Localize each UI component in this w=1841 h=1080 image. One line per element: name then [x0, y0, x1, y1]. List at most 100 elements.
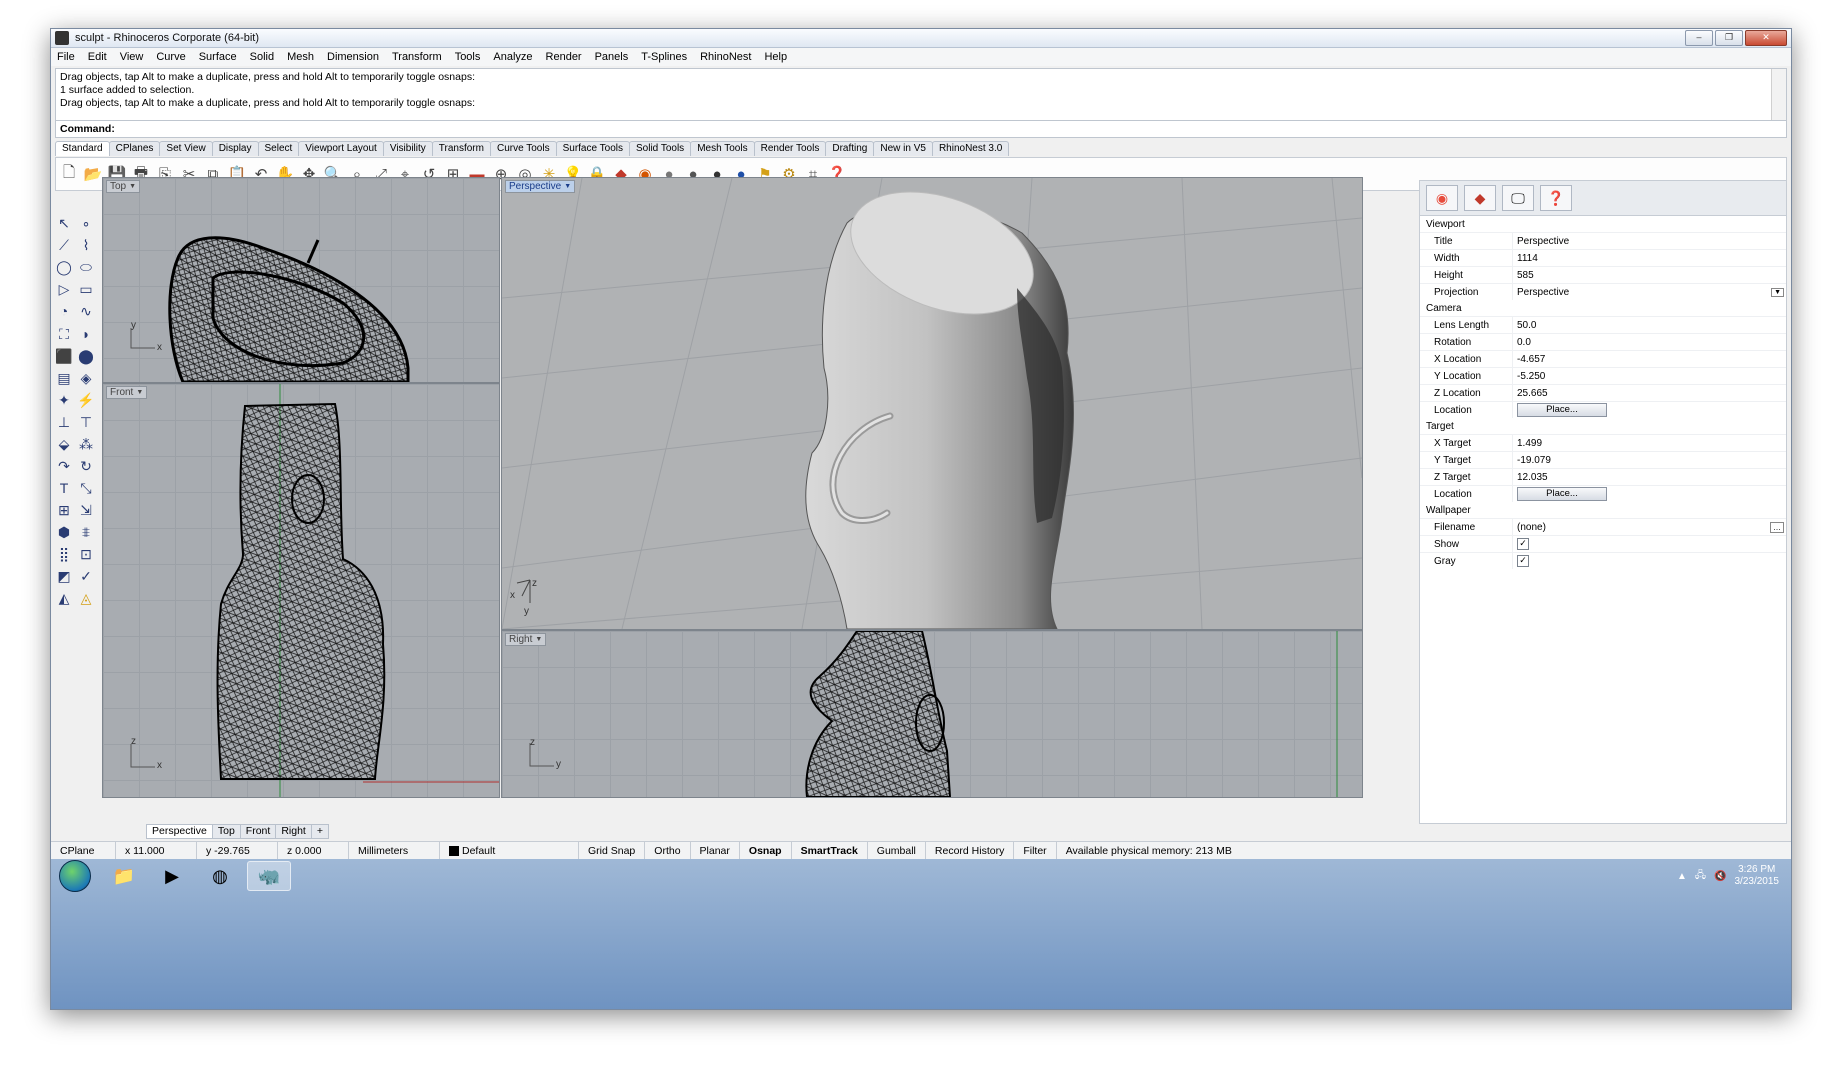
browse-button[interactable]: …	[1770, 521, 1784, 533]
projection-select[interactable]: Perspective ▼	[1512, 284, 1786, 300]
tab-cplanes[interactable]: CPlanes	[108, 141, 161, 156]
menu-tsplines[interactable]: T-Splines	[641, 51, 687, 63]
fillet-icon[interactable]: ⬙	[54, 433, 74, 455]
toggle-ortho[interactable]: Ortho	[645, 842, 691, 859]
media-player-icon[interactable]: ▶	[151, 862, 193, 890]
show-checkbox[interactable]: ✓	[1517, 538, 1529, 550]
vp-tab-right[interactable]: Right	[275, 824, 312, 839]
viewport-title-front[interactable]: Front ▼	[106, 386, 148, 399]
rotate-icon[interactable]: ↻	[76, 455, 96, 477]
prop-yloc-value[interactable]: -5.250	[1512, 368, 1786, 384]
prop-xloc-value[interactable]: -4.657	[1512, 351, 1786, 367]
extrude-icon[interactable]: ▤	[54, 367, 74, 389]
tab-surface-tools[interactable]: Surface Tools	[555, 141, 630, 156]
tab-select[interactable]: Select	[257, 141, 300, 156]
minimize-button[interactable]: –	[1685, 30, 1713, 46]
cluster-icon[interactable]: ⁂	[76, 433, 96, 455]
prop-xtarget-value[interactable]: 1.499	[1512, 435, 1786, 451]
explode-icon[interactable]: ⚡	[76, 389, 96, 411]
menu-edit[interactable]: Edit	[88, 51, 107, 63]
color-wheel-icon[interactable]: ◉	[1426, 185, 1458, 211]
chevron-down-icon[interactable]: ▼	[564, 183, 571, 190]
chrome-icon[interactable]: ◍	[199, 862, 241, 890]
viewport-title-right[interactable]: Right ▼	[505, 633, 547, 646]
tab-set-view[interactable]: Set View	[159, 141, 213, 156]
vp-tab-perspective[interactable]: Perspective	[146, 824, 213, 839]
menu-help[interactable]: Help	[764, 51, 787, 63]
check-icon[interactable]: ✓	[76, 566, 96, 588]
maximize-button[interactable]: ❐	[1715, 30, 1743, 46]
clock[interactable]: 3:26 PM 3/23/2015	[1735, 864, 1780, 888]
menu-transform[interactable]: Transform	[392, 51, 442, 63]
vp-tab-front[interactable]: Front	[239, 824, 277, 839]
menu-analyze[interactable]: Analyze	[493, 51, 532, 63]
chevron-down-icon[interactable]: ▼	[136, 389, 143, 396]
tab-standard[interactable]: Standard	[55, 141, 110, 156]
menu-solid[interactable]: Solid	[250, 51, 274, 63]
grid-array-icon[interactable]: ⣿	[54, 544, 74, 566]
menu-file[interactable]: File	[57, 51, 75, 63]
box-icon[interactable]: ⬛	[54, 345, 74, 367]
gray-checkbox[interactable]: ✓	[1517, 555, 1529, 567]
arc-icon[interactable]: ◔	[54, 300, 74, 322]
tab-render-tools[interactable]: Render Tools	[753, 141, 827, 156]
tab-solid-tools[interactable]: Solid Tools	[629, 141, 692, 156]
display-icon[interactable]: 🖵	[1502, 185, 1534, 211]
curve-freeform-icon[interactable]: ∿	[76, 301, 96, 323]
menu-curve[interactable]: Curve	[156, 51, 185, 63]
help-panel-icon[interactable]: ❓	[1540, 185, 1572, 211]
viewport-title-perspective[interactable]: Perspective ▼	[505, 180, 576, 193]
open-icon[interactable]: 📂	[82, 163, 104, 185]
tab-visibility[interactable]: Visibility	[382, 141, 433, 156]
select-arrow-icon[interactable]: ↖	[54, 212, 74, 234]
point-tool-icon[interactable]: ∘	[76, 212, 96, 234]
menu-dimension[interactable]: Dimension	[327, 51, 379, 63]
contour-icon[interactable]: ⩨	[76, 522, 96, 544]
prop-width-value[interactable]: 1114	[1512, 250, 1786, 266]
boolean-union-icon[interactable]: ✦	[54, 389, 74, 411]
explorer-icon[interactable]: 📁	[103, 862, 145, 890]
status-layer[interactable]: Default	[440, 842, 579, 859]
surface-edge-icon[interactable]: ◗	[76, 323, 96, 345]
filename-value[interactable]: (none)	[1517, 522, 1770, 533]
eraser-icon[interactable]: ◈	[76, 367, 96, 389]
chevron-down-icon[interactable]: ▼	[129, 183, 136, 190]
history-scrollbar[interactable]	[1771, 69, 1786, 124]
layers-icon[interactable]: ◆	[1464, 185, 1496, 211]
move-icon[interactable]: ↷	[54, 455, 74, 477]
trim-icon[interactable]: ⊥	[54, 411, 74, 433]
new-icon[interactable]: 🗋	[58, 163, 80, 185]
start-button[interactable]	[59, 860, 91, 892]
tab-display[interactable]: Display	[211, 141, 259, 156]
viewport-title-top[interactable]: Top ▼	[106, 180, 141, 193]
chevron-down-icon[interactable]: ▼	[1771, 287, 1784, 297]
toggle-planar[interactable]: Planar	[691, 842, 740, 859]
rhino-taskbar-icon[interactable]: 🦏	[247, 861, 291, 891]
menu-mesh[interactable]: Mesh	[287, 51, 314, 63]
menu-panels[interactable]: Panels	[595, 51, 629, 63]
viewport-top[interactable]: Top ▼ y x	[102, 177, 500, 383]
tab-rhinonest[interactable]: RhinoNest 3.0	[931, 141, 1010, 156]
menu-view[interactable]: View	[120, 51, 144, 63]
text-icon[interactable]: T	[54, 477, 74, 499]
polygon-icon[interactable]: ▷	[54, 278, 74, 300]
tab-mesh-tools[interactable]: Mesh Tools	[690, 141, 755, 156]
orient-icon[interactable]: ⇲	[76, 500, 96, 522]
prop-title-value[interactable]: Perspective	[1512, 233, 1786, 249]
render-icon[interactable]: ◬	[76, 588, 96, 610]
toggle-gumball[interactable]: Gumball	[868, 842, 926, 859]
prop-rotation-value[interactable]: 0.0	[1512, 334, 1786, 350]
analyze-icon[interactable]: ◩	[54, 566, 74, 588]
solid-sphere-icon[interactable]: ⬤	[76, 345, 96, 367]
status-cplane[interactable]: CPlane	[51, 842, 116, 859]
tab-drafting[interactable]: Drafting	[825, 141, 875, 156]
menu-surface[interactable]: Surface	[199, 51, 237, 63]
menu-rhinonest[interactable]: RhinoNest	[700, 51, 751, 63]
network-icon[interactable]: 🖧	[1695, 868, 1706, 885]
prop-ytarget-value[interactable]: -19.079	[1512, 452, 1786, 468]
circle-icon[interactable]: ◯	[54, 256, 74, 278]
polyline-icon[interactable]: ⟋	[54, 234, 74, 256]
vp-tab-add[interactable]: +	[310, 824, 329, 839]
camera-place-button[interactable]: Place...	[1517, 403, 1607, 417]
chevron-down-icon[interactable]: ▼	[535, 636, 542, 643]
